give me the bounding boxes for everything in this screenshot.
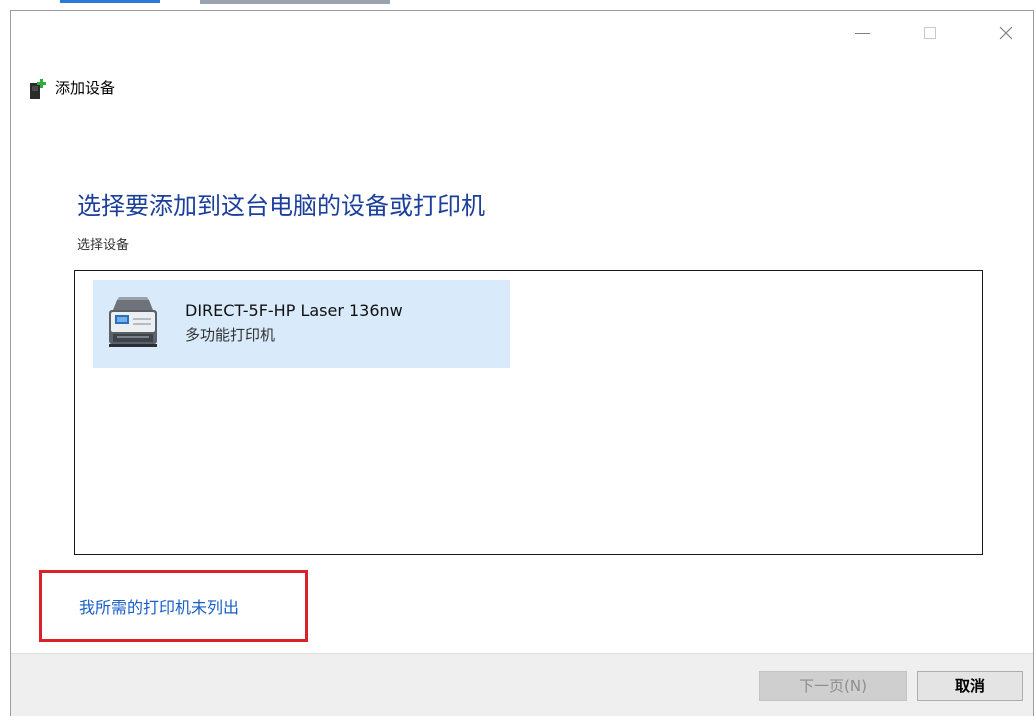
device-list-item[interactable]: DIRECT-5F-HP Laser 136nw 多功能打印机 <box>93 280 510 368</box>
add-device-dialog: 添加设备 选择要添加到这台电脑的设备或打印机 选择设备 DIRECT-5F-HP… <box>10 10 1034 716</box>
device-name: DIRECT-5F-HP Laser 136nw <box>185 301 403 320</box>
page-title: 选择要添加到这台电脑的设备或打印机 <box>77 192 485 220</box>
minimize-icon <box>854 32 870 34</box>
close-icon <box>999 26 1013 40</box>
printer-not-listed-link[interactable]: 我所需的打印机未列出 <box>79 597 239 619</box>
maximize-button[interactable] <box>907 11 953 55</box>
maximize-icon <box>924 27 936 39</box>
highlight-box: 我所需的打印机未列出 <box>39 570 308 642</box>
background-window-strip <box>0 0 1036 10</box>
add-device-icon <box>30 79 46 99</box>
background-bottom-strip <box>0 716 1036 722</box>
dialog-footer: 下一页(N) 取消 <box>11 653 1033 716</box>
page-subtitle: 选择设备 <box>77 238 130 253</box>
close-button[interactable] <box>983 11 1029 55</box>
window-title: 添加设备 <box>55 79 116 97</box>
device-list[interactable]: DIRECT-5F-HP Laser 136nw 多功能打印机 <box>74 270 983 555</box>
next-button[interactable]: 下一页(N) <box>759 671 907 701</box>
minimize-button[interactable] <box>839 11 885 55</box>
device-type: 多功能打印机 <box>185 326 276 344</box>
cancel-button[interactable]: 取消 <box>917 671 1023 701</box>
background-title-fragment <box>200 0 390 4</box>
background-tab-indicator <box>60 0 160 3</box>
multifunction-printer-icon <box>109 297 157 347</box>
